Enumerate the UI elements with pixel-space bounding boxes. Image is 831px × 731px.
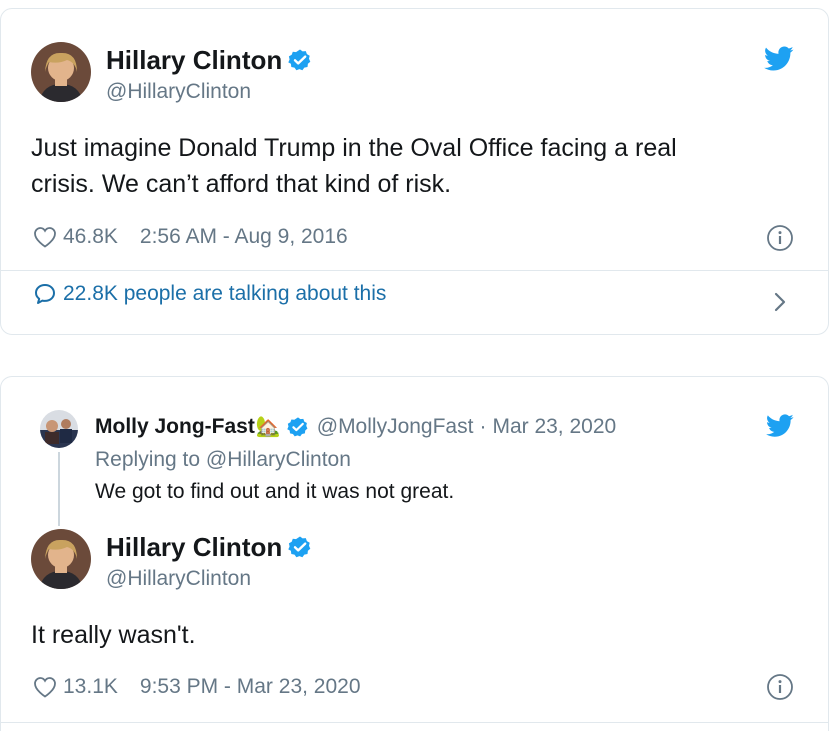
reply-author-name[interactable]: Molly Jong-Fast xyxy=(95,415,255,439)
twitter-bird-icon[interactable] xyxy=(764,46,794,72)
timestamp[interactable]: 9:53 PM - Mar 23, 2020 xyxy=(140,675,361,699)
separator-dot: · xyxy=(479,414,487,438)
like-count[interactable]: 13.1K xyxy=(63,675,118,699)
tweet-meta: 46.8K 2:56 AM - Aug 9, 2016 xyxy=(33,225,348,249)
author-name-text[interactable]: Hillary Clinton xyxy=(106,532,282,562)
reply-header: Molly Jong-Fast 🏡 @MollyJongFast · Mar 23, 2… xyxy=(95,414,616,439)
avatar[interactable] xyxy=(31,42,91,102)
verified-badge-icon xyxy=(288,535,312,559)
tweet-text-line: crisis. We can’t afford that kind of ris… xyxy=(31,170,452,198)
heart-icon[interactable] xyxy=(33,676,57,698)
author-name[interactable]: Hillary Clinton xyxy=(106,532,312,563)
replying-to[interactable]: Replying to @HillaryClinton xyxy=(95,448,351,472)
house-emoji: 🏡 xyxy=(255,416,281,438)
tweet-meta: 13.1K 9:53 PM - Mar 23, 2020 xyxy=(33,675,361,699)
comment-bubble-icon xyxy=(33,282,57,306)
info-icon[interactable] xyxy=(766,224,794,252)
chevron-right-icon[interactable] xyxy=(772,290,788,314)
reply-author-handle[interactable]: @MollyJongFast xyxy=(317,415,474,439)
author-name-text[interactable]: Hillary Clinton xyxy=(106,45,282,75)
author-handle[interactable]: @HillaryClinton xyxy=(106,567,251,591)
author-handle[interactable]: @HillaryClinton xyxy=(106,80,251,104)
talking-link[interactable]: 22.8K people are talking about this xyxy=(33,282,386,306)
verified-badge-icon xyxy=(288,48,312,72)
heart-icon[interactable] xyxy=(33,226,57,248)
verified-badge-icon xyxy=(287,416,309,438)
tweet-text: Just imagine Donald Trump in the Oval Of… xyxy=(31,130,791,202)
divider xyxy=(0,722,829,723)
tweet-text-line: Just imagine Donald Trump in the Oval Of… xyxy=(31,134,677,162)
info-icon[interactable] xyxy=(766,673,794,701)
like-count[interactable]: 46.8K xyxy=(63,225,118,249)
tweet-text: It really wasn't. xyxy=(31,621,196,649)
thread-line xyxy=(58,452,60,526)
reply-date[interactable]: Mar 23, 2020 xyxy=(492,415,616,439)
avatar[interactable] xyxy=(31,529,91,589)
divider xyxy=(0,270,829,271)
timestamp[interactable]: 2:56 AM - Aug 9, 2016 xyxy=(140,225,348,249)
reply-avatar[interactable] xyxy=(40,410,78,448)
twitter-bird-icon[interactable] xyxy=(766,414,794,438)
reply-text: We got to find out and it was not great. xyxy=(95,480,455,503)
talking-text[interactable]: 22.8K people are talking about this xyxy=(63,282,386,306)
author-name[interactable]: Hillary Clinton xyxy=(106,45,312,76)
